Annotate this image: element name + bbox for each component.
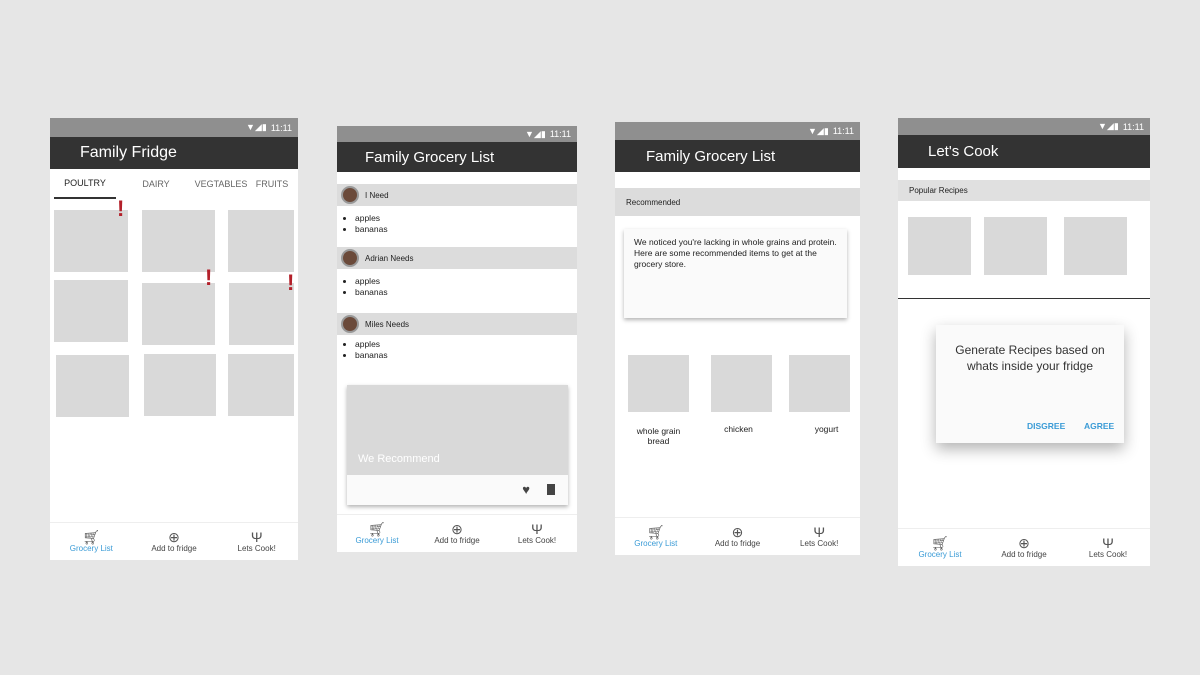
- item-label: yogurt: [814, 424, 839, 434]
- nav-lets-cook[interactable]: Ψ Lets Cook!: [1066, 529, 1150, 566]
- tab-poultry[interactable]: POULTRY: [54, 169, 116, 199]
- grocery-list: applesbananas: [355, 213, 388, 235]
- status-bar: ▼◢▮ 11:11: [337, 126, 577, 142]
- alert-icon: !: [287, 270, 295, 295]
- item-label: chicken: [724, 424, 753, 434]
- generate-recipes-dialog: Generate Recipes based on whats inside y…: [936, 325, 1124, 443]
- avatar: [341, 186, 359, 204]
- screen-family-grocery-list: ▼◢▮11:11 Family Grocery List I Need appl…: [337, 126, 577, 552]
- item-image[interactable]: [628, 355, 689, 412]
- add-circle-icon: ⊕: [168, 529, 180, 545]
- recommendation-message: We noticed you're lacking in whole grain…: [624, 229, 847, 318]
- section-header: Popular Recipes: [898, 180, 1150, 201]
- agree-button[interactable]: AGREE: [1084, 421, 1114, 431]
- nav-add-to-fridge[interactable]: ⊕ Add to fridge: [697, 518, 779, 555]
- nav-lets-cook[interactable]: Ψ Lets Cook!: [778, 518, 860, 555]
- item-image[interactable]: [789, 355, 850, 412]
- cart-icon: 🛒︎: [931, 535, 949, 551]
- screen-lets-cook: ▼◢▮ 11:11 Let's Cook Popular Recipes Gene…: [898, 118, 1150, 566]
- bottom-nav: 🛒︎ Grocery List ⊕ Add to fridge Ψ Lets Cook…: [50, 522, 298, 560]
- food-item[interactable]: [56, 355, 129, 417]
- add-circle-icon: ⊕: [1018, 535, 1030, 551]
- app-bar: Family Grocery List: [615, 140, 860, 172]
- grocery-list: applesbananas: [355, 276, 388, 298]
- utensils-icon: Ψ: [531, 521, 543, 537]
- food-item[interactable]: [54, 280, 128, 342]
- nav-add-to-fridge[interactable]: ⊕ Add to fridge: [133, 523, 216, 560]
- app-bar: Family Fridge: [50, 137, 298, 169]
- cart-icon: 🛒︎: [646, 524, 665, 540]
- food-item[interactable]: [229, 283, 294, 345]
- food-item[interactable]: [142, 210, 215, 272]
- nav-lets-cook[interactable]: Ψ Lets Cook!: [497, 515, 577, 552]
- tab-fruits[interactable]: FRUITS: [246, 169, 298, 199]
- status-time: 11:11: [270, 122, 292, 133]
- section-header: Miles Needs: [337, 313, 577, 335]
- wifi-icon: ▼◢▮: [1098, 121, 1119, 131]
- recipe-image[interactable]: [984, 217, 1047, 275]
- bottom-nav: 🛒︎ Grocery List ⊕ Add to fridge Ψ Lets Cook…: [615, 517, 860, 555]
- alert-icon: !: [117, 196, 125, 221]
- add-circle-icon: ⊕: [451, 521, 463, 537]
- page-title: Family Grocery List: [646, 147, 776, 165]
- cart-icon: 🛒︎: [82, 529, 101, 545]
- item-label: whole grain bread: [636, 426, 681, 446]
- cart-icon: 🛒︎: [368, 521, 386, 537]
- food-item[interactable]: [228, 354, 294, 416]
- screen-family-fridge: ▼◢▮ 11:11 Family Fridge POULTRY DAIRY VEG…: [50, 118, 298, 560]
- wifi-icon: ▼◢▮: [525, 128, 546, 139]
- tab-dairy[interactable]: DAIRY: [116, 169, 196, 199]
- card-title: We Recommend: [358, 453, 440, 465]
- avatar: [341, 249, 359, 267]
- utensils-icon: Ψ: [1102, 535, 1114, 551]
- nav-lets-cook[interactable]: Ψ Lets Cook!: [215, 523, 298, 560]
- nav-add-to-fridge[interactable]: ⊕ Add to fridge: [982, 529, 1066, 566]
- grocery-list: applesbananas: [355, 339, 388, 361]
- app-bar: Let's Cook: [898, 135, 1150, 168]
- page-title: Family Fridge: [80, 144, 177, 161]
- recipe-image[interactable]: [1064, 217, 1127, 275]
- recommend-card[interactable]: We Recommend ♥: [347, 385, 568, 505]
- section-header: Recommended: [615, 188, 860, 216]
- nav-add-to-fridge[interactable]: ⊕ Add to fridge: [417, 515, 497, 552]
- item-image[interactable]: [711, 355, 772, 412]
- app-bar: Family Grocery List: [337, 142, 577, 172]
- page-title: Family Grocery List: [365, 148, 495, 166]
- category-tabs: POULTRY DAIRY VEGTABLES FRUITS: [50, 169, 298, 199]
- food-item[interactable]: [228, 210, 294, 272]
- alert-icon: !: [205, 265, 213, 290]
- page-title: Let's Cook: [928, 143, 999, 160]
- screen-recommended: ▼◢▮ 11:11 Family Grocery List Recommended…: [615, 122, 860, 555]
- food-item[interactable]: [144, 354, 216, 416]
- disagree-button[interactable]: DISGREE: [1027, 421, 1065, 431]
- nav-grocery-list[interactable]: 🛒︎ Grocery List: [615, 518, 697, 555]
- section-header: Adrian Needs: [337, 247, 577, 269]
- add-circle-icon: ⊕: [731, 524, 744, 540]
- recipe-image[interactable]: [908, 217, 971, 275]
- tab-vegtables[interactable]: VEGTABLES: [195, 169, 248, 199]
- divider: [898, 298, 1150, 299]
- food-item[interactable]: [142, 283, 215, 345]
- wifi-icon: ▼◢▮: [808, 125, 829, 136]
- status-bar: ▼◢▮ 11:11: [615, 122, 860, 140]
- dialog-text: Generate Recipes based on whats inside y…: [955, 343, 1105, 373]
- bottom-nav: 🛒︎ Grocery List ⊕ Add to fridge Ψ Lets Cook…: [898, 528, 1150, 566]
- nav-grocery-list[interactable]: 🛒︎ Grocery List: [898, 529, 982, 566]
- utensils-icon: Ψ: [250, 529, 263, 545]
- section-header: I Need: [337, 184, 577, 206]
- nav-grocery-list[interactable]: 🛒︎ Grocery List: [337, 515, 417, 552]
- status-bar: ▼◢▮ 11:11: [50, 118, 298, 137]
- nav-grocery-list[interactable]: 🛒︎ Grocery List: [50, 523, 133, 560]
- bookmark-icon[interactable]: [547, 484, 555, 495]
- wifi-icon: ▼◢▮: [246, 122, 267, 132]
- heart-icon[interactable]: ♥: [522, 482, 530, 497]
- avatar: [341, 315, 359, 333]
- bottom-nav: 🛒︎ Grocery List ⊕ Add to fridge Ψ Lets Cook…: [337, 514, 577, 552]
- status-bar: ▼◢▮ 11:11: [898, 118, 1150, 135]
- utensils-icon: Ψ: [813, 524, 826, 540]
